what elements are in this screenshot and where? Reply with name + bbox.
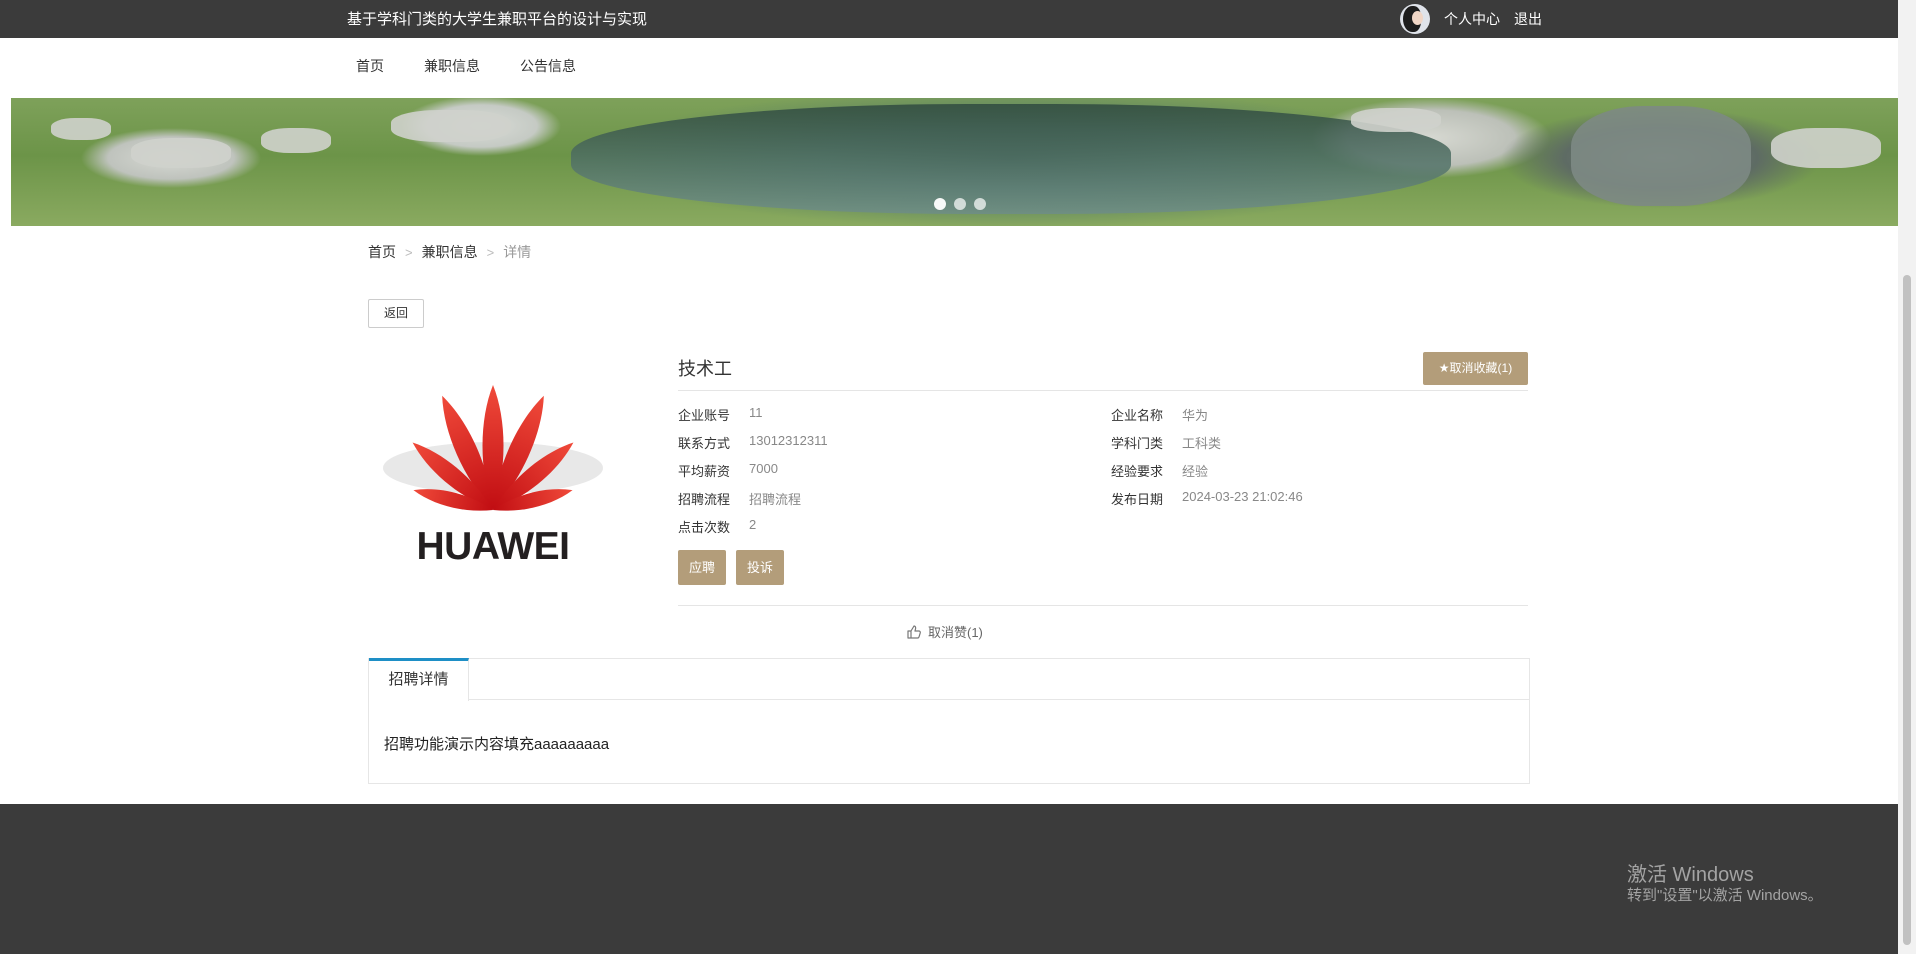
divider (678, 390, 1528, 391)
field-label: 经验要求 (1111, 464, 1164, 479)
top-bar: 基于学科门类的大学生兼职平台的设计与实现 个人中心 退出 (0, 0, 1898, 38)
field-value: 2 (749, 517, 757, 532)
nav-item-home[interactable]: 首页 (356, 38, 384, 94)
field-label: 招聘流程 (678, 492, 731, 507)
nav-item-jobs[interactable]: 兼职信息 (424, 38, 480, 94)
windows-watermark-title: 激活 Windows (1627, 864, 1754, 886)
detail-tabs: 招聘详情 招聘功能演示内容填充aaaaaaaaa (368, 658, 1530, 784)
field-contact: 联系方式 13012312311 (678, 433, 828, 452)
unlike-button[interactable]: 取消赞(1) (906, 622, 983, 641)
favorite-label: 取消收藏(1) (1449, 361, 1513, 375)
carousel-dot[interactable] (934, 198, 946, 210)
field-company-account: 企业账号 11 (678, 405, 763, 424)
field-label: 学科门类 (1111, 436, 1164, 451)
field-value: 招聘流程 (749, 492, 802, 507)
field-discipline: 学科门类 工科类 (1111, 433, 1221, 452)
field-value: 华为 (1182, 408, 1209, 423)
tab-content: 招聘功能演示内容填充aaaaaaaaa (384, 736, 610, 753)
field-avg-salary: 平均薪资 7000 (678, 461, 778, 480)
footer (0, 804, 1898, 954)
carousel-dot[interactable] (954, 198, 966, 210)
unlike-label: 取消赞(1) (928, 625, 983, 640)
field-value: 13012312311 (749, 433, 828, 448)
field-value: 7000 (749, 461, 778, 476)
field-value: 2024-03-23 21:02:46 (1182, 489, 1303, 504)
company-wordmark: HUAWEI (416, 525, 571, 568)
breadcrumb: 首页 > 兼职信息 > 详情 (368, 242, 531, 262)
site-title: 基于学科门类的大学生兼职平台的设计与实现 (347, 11, 648, 28)
field-label: 联系方式 (678, 436, 731, 451)
field-label: 企业账号 (678, 408, 731, 423)
apply-button[interactable]: 应聘 (678, 550, 726, 585)
breadcrumb-current: 详情 (503, 244, 532, 260)
field-process: 招聘流程 招聘流程 (678, 489, 801, 508)
windows-watermark-subtitle: 转到"设置"以激活 Windows。 (1627, 887, 1823, 904)
user-menu: 个人中心 退出 (1400, 4, 1542, 34)
nav-item-notices[interactable]: 公告信息 (520, 38, 576, 94)
scrollbar[interactable] (1898, 0, 1916, 954)
field-label: 点击次数 (678, 520, 731, 535)
field-label: 平均薪资 (678, 464, 731, 479)
field-label: 企业名称 (1111, 408, 1164, 423)
scrollbar-thumb[interactable] (1903, 275, 1911, 945)
back-button[interactable]: 返回 (368, 299, 424, 328)
tab-header (369, 659, 1529, 700)
favorite-button[interactable]: ★取消收藏(1) (1423, 352, 1528, 385)
carousel-dot[interactable] (974, 198, 986, 210)
main-nav: 首页 兼职信息 公告信息 (0, 38, 1898, 98)
avatar[interactable] (1400, 4, 1430, 34)
job-title: 技术工 (678, 359, 732, 379)
breadcrumb-jobs[interactable]: 兼职信息 (422, 242, 478, 262)
field-clicks: 点击次数 2 (678, 517, 756, 536)
field-label: 发布日期 (1111, 492, 1164, 507)
field-value: 11 (749, 405, 763, 420)
field-publish-date: 发布日期 2024-03-23 21:02:46 (1111, 489, 1303, 508)
field-experience: 经验要求 经验 (1111, 461, 1208, 480)
logout-link[interactable]: 退出 (1514, 9, 1542, 29)
thumbs-up-icon (907, 624, 921, 639)
breadcrumb-separator: > (405, 244, 413, 260)
company-logo: HUAWEI (378, 370, 608, 570)
complain-button[interactable]: 投诉 (736, 550, 784, 585)
divider (678, 605, 1528, 606)
huawei-petals-icon (383, 385, 603, 511)
field-value: 工科类 (1182, 436, 1222, 451)
field-value: 经验 (1182, 464, 1209, 479)
star-icon: ★ (1438, 361, 1450, 375)
carousel-indicators (0, 198, 1916, 210)
breadcrumb-separator: > (486, 244, 495, 260)
tab-recruit-detail[interactable]: 招聘详情 (369, 658, 469, 701)
breadcrumb-home[interactable]: 首页 (368, 242, 396, 262)
user-center-link[interactable]: 个人中心 (1444, 9, 1500, 29)
field-company-name: 企业名称 华为 (1111, 405, 1208, 424)
